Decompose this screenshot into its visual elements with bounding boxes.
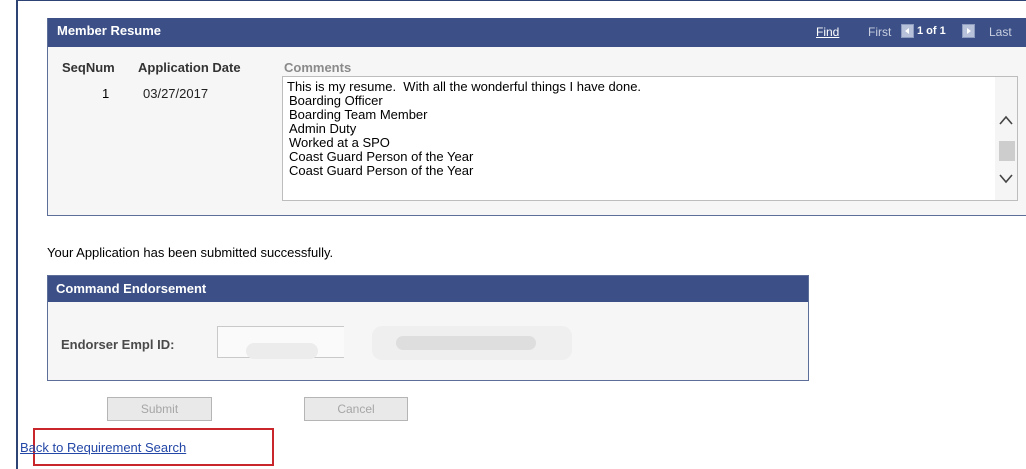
- cancel-button[interactable]: Cancel: [304, 397, 408, 421]
- member-resume-title: Member Resume: [57, 23, 162, 38]
- column-header-comments: Comments: [284, 60, 352, 75]
- comments-text: This is my resume. With all the wonderfu…: [287, 80, 967, 178]
- comment-line: Coast Guard Person of the Year: [289, 149, 474, 164]
- comment-line: Worked at a SPO: [289, 135, 390, 150]
- back-to-requirement-search-link[interactable]: Back to Requirement Search: [20, 440, 186, 455]
- redacted-empl-id: [246, 343, 318, 359]
- nav-first-label[interactable]: First: [868, 25, 891, 39]
- row-count: 1 of 1: [917, 25, 946, 37]
- next-row-button[interactable]: [962, 24, 975, 38]
- comment-line: Admin Duty: [289, 121, 357, 136]
- endorser-empl-id-label: Endorser Empl ID:: [61, 337, 175, 352]
- endorser-name-display: [372, 326, 572, 360]
- redacted-endorser-name: [396, 336, 536, 350]
- command-endorsement-header: Command Endorsement: [48, 276, 808, 302]
- nav-last-label[interactable]: Last: [989, 25, 1012, 39]
- success-message: Your Application has been submitted succ…: [47, 245, 334, 260]
- scroll-thumb[interactable]: [999, 141, 1015, 161]
- cell-seqnum: 1: [102, 86, 110, 101]
- member-resume-header: Member Resume Find First 1 of 1 Last: [48, 18, 1026, 47]
- comments-textarea[interactable]: This is my resume. With all the wonderfu…: [282, 76, 1018, 201]
- column-header-seqnum: SeqNum: [62, 60, 115, 75]
- cell-application-date: 03/27/2017: [143, 86, 209, 101]
- arrow-left-icon: [905, 28, 909, 34]
- page-frame-left-border: [16, 0, 18, 469]
- command-endorsement-panel: Command Endorsement Endorser Empl ID:: [47, 275, 809, 381]
- find-link[interactable]: Find: [816, 25, 839, 39]
- scroll-down-icon[interactable]: [999, 173, 1013, 185]
- comment-line: Boarding Officer: [289, 93, 383, 108]
- arrow-right-icon: [967, 28, 971, 34]
- previous-row-button[interactable]: [901, 24, 914, 38]
- comments-scrollbar[interactable]: [995, 77, 1017, 200]
- comment-line: Coast Guard Person of the Year: [289, 163, 474, 178]
- command-endorsement-title: Command Endorsement: [56, 281, 207, 296]
- submit-button[interactable]: Submit: [107, 397, 212, 421]
- column-header-application-date: Application Date: [138, 60, 241, 75]
- endorser-empl-id-input[interactable]: [217, 326, 344, 359]
- page-frame-top-border: [16, 0, 1026, 1]
- comment-line: Boarding Team Member: [289, 107, 428, 122]
- member-resume-grid: Member Resume Find First 1 of 1 Last Seq…: [47, 18, 1026, 216]
- scroll-up-icon[interactable]: [999, 114, 1013, 126]
- comment-line: This is my resume. With all the wonderfu…: [287, 79, 642, 94]
